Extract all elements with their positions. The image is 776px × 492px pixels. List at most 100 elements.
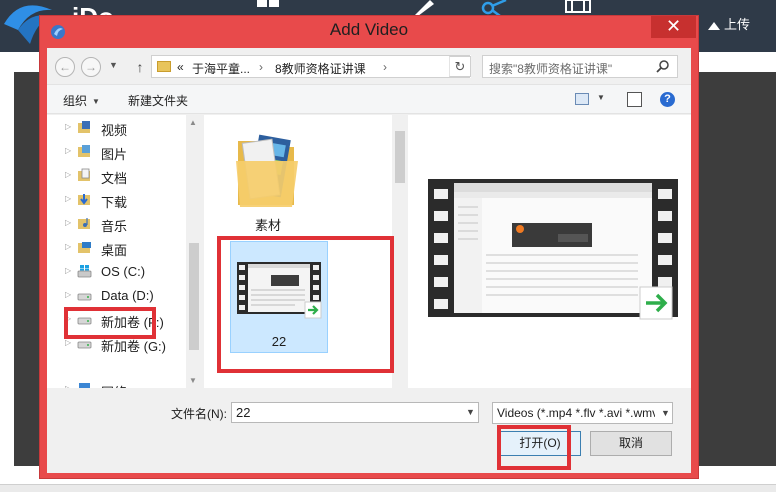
forward-button[interactable]: → — [81, 57, 101, 77]
view-options-caret-icon[interactable]: ▼ — [597, 93, 605, 102]
file-name-input[interactable]: 22 ▼ — [231, 402, 479, 423]
refresh-button-frame: ↻ — [449, 56, 471, 77]
up-folder-button[interactable]: ↑ — [132, 57, 148, 77]
expand-arrow-icon[interactable]: ▷ — [65, 242, 71, 251]
expand-arrow-icon[interactable]: ▷ — [65, 170, 71, 179]
file-item-video-selected[interactable]: 22 — [230, 241, 328, 353]
expand-arrow-icon[interactable]: ▷ — [65, 194, 71, 203]
grid-tool-icon[interactable] — [253, 0, 283, 16]
navigation-scrollbar[interactable]: ▲ ▼ — [186, 115, 202, 388]
pictures-library-icon — [78, 145, 90, 157]
file-list-scrollbar[interactable] — [392, 115, 408, 388]
close-button[interactable]: ✕ — [651, 16, 696, 38]
open-button[interactable]: 打开(O) — [499, 431, 581, 456]
desktop-folder-icon — [78, 242, 91, 253]
scrollbar-thumb[interactable] — [395, 131, 405, 183]
expand-arrow-icon[interactable]: ▷ — [65, 122, 71, 131]
back-button[interactable]: ← — [55, 57, 75, 77]
navigation-pane: ▷ 视频 ▷ 图片 ▷ 文档 ▷ 下载 ▷ 音乐 ▷ 桌面 ▷ OS (C:) … — [47, 115, 202, 388]
file-name-value: 22 — [236, 405, 251, 420]
expand-arrow-icon[interactable]: ▷ — [65, 338, 71, 347]
refresh-button[interactable]: ↻ — [450, 57, 470, 76]
command-bar: 组织 ▼ 新建文件夹 ▼ ? — [47, 84, 691, 114]
help-icon[interactable]: ? — [660, 92, 675, 107]
tree-item-desktop[interactable]: ▷ 桌面 — [65, 237, 195, 259]
file-type-select[interactable]: Videos (*.mp4 *.flv *.avi *.wmv *.mov) ▼ — [492, 402, 673, 424]
film-tool-icon[interactable] — [563, 0, 593, 16]
preview-pane-icon[interactable] — [627, 92, 642, 107]
address-bar[interactable]: « 于海平童... › 8教师资格证讲课 › ⌄ — [151, 55, 470, 78]
scroll-down-arrow-icon[interactable]: ▼ — [189, 376, 197, 385]
tree-item-label: 新加卷 (F:) — [101, 315, 164, 330]
breadcrumb-segment[interactable]: 8教师资格证讲课 — [275, 60, 366, 77]
expand-arrow-icon[interactable]: ▷ — [65, 384, 71, 388]
search-field[interactable]: 搜索"8教师资格证讲课" — [482, 55, 678, 78]
scissors-tool-icon[interactable] — [480, 0, 510, 16]
file-name-dropdown-icon[interactable]: ▼ — [466, 407, 475, 417]
tree-item-label: 音乐 — [101, 219, 128, 234]
scroll-up-arrow-icon[interactable]: ▲ — [189, 118, 197, 127]
tree-item-label: 新加卷 (G:) — [101, 339, 166, 354]
tree-item-videos[interactable]: ▷ 视频 — [65, 117, 195, 139]
tree-item-downloads[interactable]: ▷ 下载 — [65, 189, 195, 211]
tree-item-pictures[interactable]: ▷ 图片 — [65, 141, 195, 163]
tree-item-drive-d[interactable]: ▷ Data (D:) — [65, 285, 195, 307]
cancel-button[interactable]: 取消 — [590, 431, 672, 456]
wand-tool-icon[interactable] — [408, 0, 438, 16]
dialog-title: Add Video — [329, 20, 409, 39]
windows-drive-icon — [77, 265, 92, 278]
file-type-value: Videos (*.mp4 *.flv *.avi *.wmv *.mov) — [497, 406, 655, 420]
tree-item-drive-f[interactable]: ▷ 新加卷 (F:) — [65, 309, 195, 331]
breadcrumb-separator[interactable]: › — [383, 60, 387, 74]
expand-arrow-icon[interactable]: ▷ — [65, 314, 71, 323]
recent-locations-dropdown[interactable]: ▼ — [109, 60, 118, 70]
tree-item-label: 网络 — [101, 382, 127, 388]
address-folder-icon — [157, 61, 171, 72]
folder-icon — [236, 134, 298, 207]
upload-arrow-icon — [708, 21, 720, 30]
breadcrumb-separator[interactable]: › — [259, 60, 263, 74]
dialog-client-area: ← → ▼ ↑ « 于海平童... › 8教师资格证讲课 › ⌄ ↻ 搜索"8教… — [47, 48, 691, 473]
file-item-folder[interactable]: 素材 — [228, 123, 308, 233]
expand-arrow-icon[interactable]: ▷ — [65, 218, 71, 227]
video-file-icon — [237, 262, 322, 319]
tree-item-drive-g[interactable]: ▷ 新加卷 (G:) — [65, 333, 195, 355]
video-library-icon — [78, 121, 90, 133]
network-icon — [79, 383, 90, 388]
music-library-icon — [78, 218, 90, 229]
preview-pane — [408, 115, 691, 388]
breadcrumb-segment[interactable]: 于海平童... — [192, 60, 250, 77]
add-video-dialog: Add Video ✕ ← → ▼ ↑ « 于海平童... › 8教师资格证讲课… — [39, 15, 699, 479]
tree-item-label: 桌面 — [101, 243, 128, 258]
file-item-label: 22 — [271, 334, 287, 349]
tree-item-drive-c[interactable]: ▷ OS (C:) — [65, 261, 195, 283]
documents-library-icon — [78, 168, 90, 181]
expand-arrow-icon[interactable]: ▷ — [65, 146, 71, 155]
expand-arrow-icon[interactable]: ▷ — [65, 290, 71, 299]
tree-item-network[interactable]: ▷ 网络 — [65, 379, 195, 388]
organize-menu[interactable]: 组织 ▼ — [63, 92, 100, 109]
tree-item-label: OS (C:) — [101, 264, 146, 279]
video-preview-thumbnail — [428, 179, 678, 320]
search-placeholder: 搜索"8教师资格证讲课" — [489, 62, 613, 76]
tree-item-label: 文档 — [101, 171, 128, 186]
file-type-dropdown-icon[interactable]: ▼ — [661, 408, 670, 418]
app-right-panel — [694, 72, 776, 466]
app-status-bar — [0, 484, 776, 492]
upload-button[interactable]: 上传 — [708, 14, 750, 33]
organize-label: 组织 — [63, 94, 88, 108]
tree-item-label: 视频 — [101, 123, 128, 138]
tree-item-documents[interactable]: ▷ 文档 — [65, 165, 195, 187]
search-icon[interactable] — [655, 59, 671, 75]
change-view-icon[interactable] — [575, 93, 589, 105]
address-overflow-chevron[interactable]: « — [177, 60, 184, 74]
new-folder-button[interactable]: 新建文件夹 — [128, 92, 188, 109]
tree-item-music[interactable]: ▷ 音乐 — [65, 213, 195, 235]
drive-icon — [77, 293, 92, 301]
tree-item-label: Data (D:) — [101, 288, 154, 303]
file-item-label: 素材 — [254, 218, 281, 233]
scrollbar-thumb[interactable] — [189, 243, 199, 350]
expand-arrow-icon[interactable]: ▷ — [65, 266, 71, 275]
downloads-folder-icon — [78, 194, 90, 205]
organize-caret-icon: ▼ — [92, 97, 100, 106]
